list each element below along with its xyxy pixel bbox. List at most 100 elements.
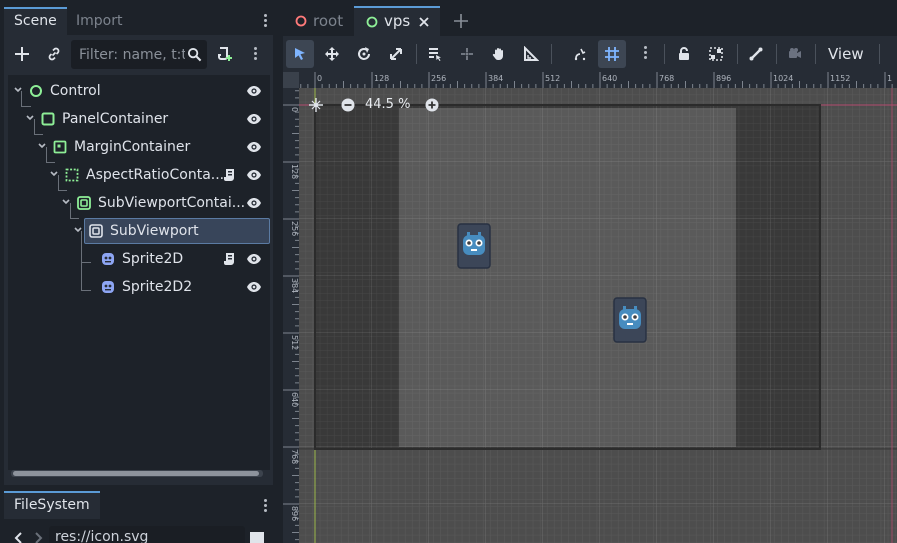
tree-row-aspectratiocontainer[interactable]: AspectRatioConta... (8, 161, 270, 189)
pivot-mode-button[interactable] (453, 40, 481, 68)
link-icon (48, 47, 60, 61)
grid-snap-button[interactable] (598, 40, 626, 68)
smart-snap-button[interactable] (566, 40, 594, 68)
chevron-down-icon[interactable] (25, 113, 35, 123)
lock-button[interactable] (670, 40, 698, 68)
skeleton-button[interactable] (742, 40, 770, 68)
canvas-2d[interactable]: 44.5 % (299, 88, 897, 543)
zoom-in-icon[interactable] (425, 98, 439, 112)
scene-tab-root[interactable]: root (283, 6, 353, 36)
back-arrow-icon[interactable] (14, 532, 24, 543)
ruler-mode-button[interactable] (517, 40, 545, 68)
aspect-ratio-container-icon (65, 168, 79, 182)
group-button[interactable] (702, 40, 730, 68)
center-view-icon[interactable] (309, 98, 323, 112)
scene-circle-icon (366, 16, 378, 28)
scene-tab-vps[interactable]: vps (354, 6, 440, 36)
rotate-mode-button[interactable] (350, 40, 378, 68)
scene-tree: Control PanelContainer MarginContainer A… (8, 75, 270, 470)
tree-row-sprite2d[interactable]: Sprite2D (8, 245, 270, 273)
scene-menu-icon[interactable] (254, 47, 258, 62)
tree-row-margincontainer[interactable]: MarginContainer (8, 133, 270, 161)
bone-icon (749, 47, 763, 61)
canvas-viewport[interactable]: 0 128 256 384 512 640 768 896 1024 1152 1 0 128 256 3… (283, 72, 897, 543)
ruler-label: 256 (290, 221, 299, 236)
tree-row-label: SubViewportContai... (98, 195, 246, 211)
horizontal-ruler[interactable]: 0 128 256 384 512 640 768 896 1024 1152 1 (299, 72, 897, 88)
ruler-label: 1152 (830, 74, 850, 83)
tree-horizontal-scrollbar[interactable] (11, 470, 263, 477)
tree-row-subviewportcontainer[interactable]: SubViewportContai... (8, 189, 270, 217)
ruler-icon (524, 46, 539, 61)
tree-row-label: Sprite2D (122, 251, 184, 267)
forward-arrow-icon[interactable] (33, 532, 43, 543)
visibility-eye-icon[interactable] (246, 168, 262, 182)
view-menu-button[interactable]: View (828, 36, 864, 72)
toolbar-separator (664, 44, 665, 64)
filter-input[interactable] (79, 40, 185, 69)
ruler-label: 128 (290, 164, 299, 179)
tree-row-control[interactable]: Control (8, 77, 270, 105)
list-select-button[interactable] (421, 40, 449, 68)
visibility-eye-icon[interactable] (246, 280, 262, 294)
tree-row-label: SubViewport (110, 223, 199, 239)
new-scene-plus-icon[interactable] (453, 13, 469, 29)
left-dock-tabs: Scene Import (4, 7, 273, 35)
attach-script-button[interactable] (213, 42, 237, 66)
filesystem-panel: FileSystem res://icon.svg (4, 491, 273, 543)
panel-container-icon (41, 112, 55, 126)
camera-override-button[interactable] (781, 40, 809, 68)
filesystem-path-field[interactable]: res://icon.svg (49, 526, 245, 543)
close-icon[interactable] (418, 16, 430, 28)
select-mode-button[interactable] (286, 40, 314, 68)
move-mode-button[interactable] (318, 40, 346, 68)
ruler-label: 0 (290, 107, 299, 112)
ruler-label: 1024 (773, 74, 793, 83)
toolbar-separator (776, 44, 777, 64)
instance-scene-button[interactable] (42, 42, 66, 66)
snap-options-icon[interactable] (644, 46, 648, 61)
add-node-button[interactable] (10, 42, 34, 66)
tree-row-panelcontainer[interactable]: PanelContainer (8, 105, 270, 133)
zoom-out-icon[interactable] (341, 98, 355, 112)
tab-scene[interactable]: Scene (4, 7, 67, 35)
list-select-icon (429, 48, 441, 61)
ruler-label: 896 (290, 506, 299, 521)
camera-icon (789, 48, 801, 58)
scrollbar-thumb[interactable] (13, 471, 259, 476)
visibility-eye-icon[interactable] (246, 84, 262, 98)
layout-toggle-icon[interactable] (250, 532, 264, 543)
script-icon[interactable] (223, 168, 235, 182)
dock-menu-icon[interactable] (264, 14, 268, 29)
scene-tab-label: vps (384, 12, 411, 30)
scale-mode-button[interactable] (382, 40, 410, 68)
ruler-label: 128 (374, 74, 389, 83)
chevron-down-icon[interactable] (13, 85, 23, 95)
visibility-eye-icon[interactable] (246, 252, 262, 266)
grid-icon (605, 47, 619, 61)
chevron-down-icon[interactable] (61, 197, 71, 207)
chevron-down-icon[interactable] (49, 169, 59, 179)
tree-row-sprite2d2[interactable]: Sprite2D2 (8, 273, 270, 301)
filesystem-menu-icon[interactable] (264, 499, 268, 514)
tab-filesystem[interactable]: FileSystem (4, 491, 100, 519)
chevron-down-icon[interactable] (73, 225, 83, 235)
tree-row-subviewport[interactable]: SubViewport (8, 217, 270, 245)
ruler-label: 768 (659, 74, 674, 83)
scene-toolbar (4, 35, 273, 73)
visibility-eye-icon[interactable] (246, 112, 262, 126)
plus-icon (15, 47, 29, 61)
tree-row-label: MarginContainer (74, 139, 191, 155)
chevron-down-icon[interactable] (37, 141, 47, 151)
visibility-eye-icon[interactable] (246, 196, 262, 210)
vertical-ruler[interactable]: 0 128 256 384 512 640 768 896 (283, 88, 299, 543)
unsaved-circle-icon (295, 15, 307, 27)
pan-mode-button[interactable] (485, 40, 513, 68)
zoom-level-label[interactable]: 44.5 % (365, 96, 410, 114)
toolbar-separator (737, 44, 738, 64)
visibility-eye-icon[interactable] (246, 140, 262, 154)
sprite2d-canvas[interactable] (457, 223, 491, 269)
script-icon[interactable] (223, 252, 235, 266)
sprite2d2-canvas[interactable] (613, 297, 647, 343)
tab-import[interactable]: Import (66, 7, 132, 35)
